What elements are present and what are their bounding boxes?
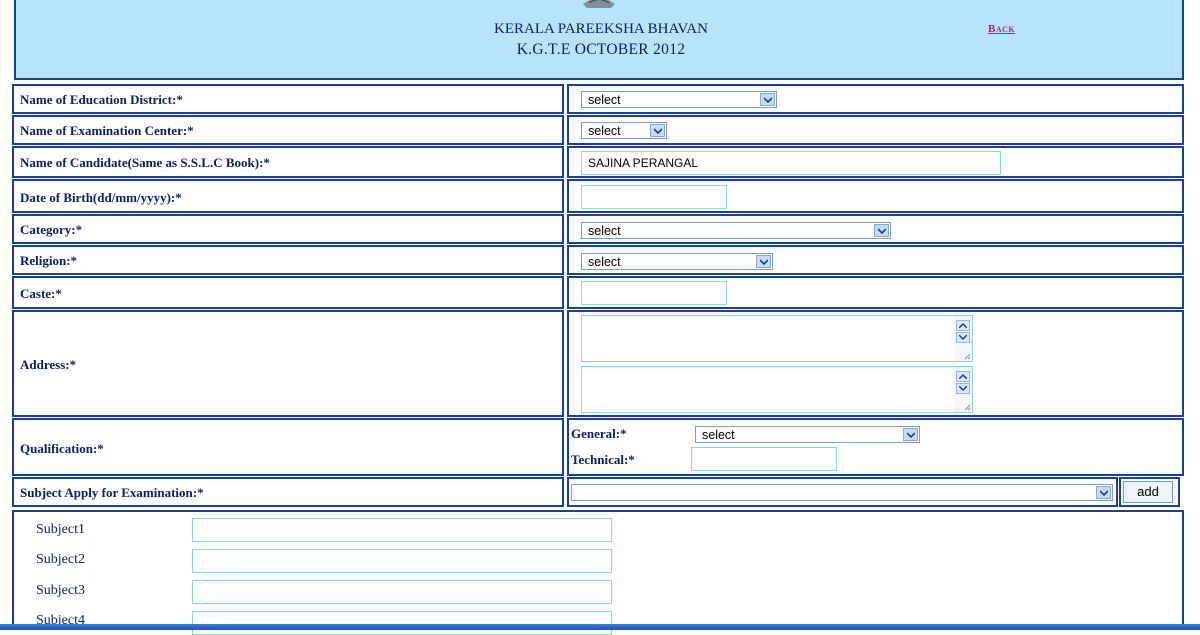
row-candidate-name: Name of Candidate(Same as S.S.L.C Book):… [12, 146, 1184, 178]
candidate-name-input[interactable]: SAJINA PERANGAL [581, 151, 1001, 175]
subject1-input[interactable] [192, 518, 612, 542]
general-qualification-select[interactable]: select [695, 426, 920, 443]
row-address: Address:* [12, 310, 1184, 417]
subject-apply-label: Subject Apply for Examination:* [20, 485, 204, 500]
field-cell [567, 477, 1118, 507]
label-cell: Date of Birth(dd/mm/yyyy):* [12, 179, 564, 213]
row-dob: Date of Birth(dd/mm/yyyy):* [12, 179, 1184, 213]
exam-center-label: Name of Examination Center:* [20, 123, 194, 138]
education-district-label: Name of Education District:* [20, 92, 183, 107]
field-cell: General:* select Technical:* [567, 418, 1184, 476]
caste-input[interactable] [581, 281, 727, 305]
resize-grip-icon[interactable] [963, 403, 971, 411]
religion-select[interactable]: select [581, 253, 773, 270]
row-qualification: Qualification:* General:* select Technic… [12, 418, 1184, 476]
subject3-input[interactable] [192, 580, 612, 604]
scroll-down-icon[interactable] [956, 383, 970, 394]
row-caste: Caste:* [12, 276, 1184, 309]
caste-label: Caste:* [20, 286, 62, 301]
subject-apply-select[interactable] [571, 484, 1113, 501]
chevron-down-icon [1096, 486, 1111, 499]
label-cell: Religion:* [12, 245, 564, 275]
row-religion: Religion:* select [12, 245, 1184, 275]
label-cell: Qualification:* [12, 418, 564, 476]
select-value: select [588, 224, 621, 238]
religion-label: Religion:* [20, 253, 78, 268]
row-exam-center: Name of Examination Center:* select [12, 115, 1184, 145]
page-header: KERALA PAREEKSHA BHAVAN K.G.T.E OCTOBER … [14, 0, 1184, 80]
label-cell: Name of Examination Center:* [12, 115, 564, 145]
row-category: Category:* select [12, 214, 1184, 244]
chevron-down-icon [760, 93, 775, 106]
technical-qualification-input[interactable] [691, 447, 837, 471]
label-cell: Name of Candidate(Same as S.S.L.C Book):… [12, 146, 564, 178]
field-cell: select [567, 245, 1184, 275]
education-district-select[interactable]: select [581, 91, 777, 108]
page-subtitle: K.G.T.E OCTOBER 2012 [516, 41, 686, 58]
row-subject-apply: Subject Apply for Examination:* [12, 477, 1184, 507]
technical-label: Technical:* [571, 452, 635, 467]
select-value: select [588, 124, 621, 138]
resize-grip-icon[interactable] [963, 352, 971, 360]
field-cell [567, 179, 1184, 213]
field-cell: SAJINA PERANGAL [567, 146, 1184, 178]
scroll-up-icon[interactable] [956, 320, 970, 331]
subjects-list: Subject1 Subject2 Subject3 Subject4 [12, 510, 1184, 635]
subject4-input[interactable] [192, 611, 612, 635]
label-cell: Caste:* [12, 276, 564, 309]
field-cell [567, 276, 1184, 309]
address-label: Address:* [20, 357, 77, 372]
qualification-label: Qualification:* [20, 441, 104, 456]
emblem-icon [583, 0, 615, 8]
subject1-label: Subject1 [36, 522, 85, 537]
scroll-up-icon[interactable] [956, 371, 970, 382]
field-cell: select [567, 214, 1184, 244]
subject2-label: Subject2 [36, 552, 85, 567]
general-label: General:* [571, 426, 627, 441]
category-select[interactable]: select [581, 222, 891, 239]
select-value: select [588, 93, 621, 107]
subject2-input[interactable] [192, 549, 612, 573]
chevron-down-icon [650, 124, 665, 137]
chevron-down-icon [903, 428, 918, 441]
dob-input[interactable] [581, 185, 727, 209]
select-value: select [588, 255, 621, 269]
address-line2-textarea[interactable] [581, 366, 973, 413]
label-cell: Subject Apply for Examination:* [12, 477, 564, 507]
scroll-down-icon[interactable] [956, 332, 970, 343]
select-value: select [702, 428, 735, 442]
field-cell: select [567, 115, 1184, 145]
label-cell: Category:* [12, 214, 564, 244]
back-link[interactable]: Back [988, 23, 1015, 35]
dob-label: Date of Birth(dd/mm/yyyy):* [20, 190, 182, 205]
category-label: Category:* [20, 222, 83, 237]
field-cell [567, 310, 1184, 417]
subject3-label: Subject3 [36, 583, 85, 598]
taskbar [0, 624, 1200, 630]
exam-center-select[interactable]: select [581, 122, 667, 139]
label-cell: Address:* [12, 310, 564, 417]
add-subject-button[interactable]: add [1123, 481, 1173, 503]
address-line1-textarea[interactable] [581, 315, 973, 362]
chevron-down-icon [874, 224, 889, 237]
candidate-name-label: Name of Candidate(Same as S.S.L.C Book):… [20, 155, 270, 170]
registration-form-page: KERALA PAREEKSHA BHAVAN K.G.T.E OCTOBER … [0, 0, 1200, 635]
field-cell: select [567, 84, 1184, 114]
label-cell: Name of Education District:* [12, 84, 564, 114]
chevron-down-icon [756, 255, 771, 268]
row-education-district: Name of Education District:* select [12, 84, 1184, 114]
